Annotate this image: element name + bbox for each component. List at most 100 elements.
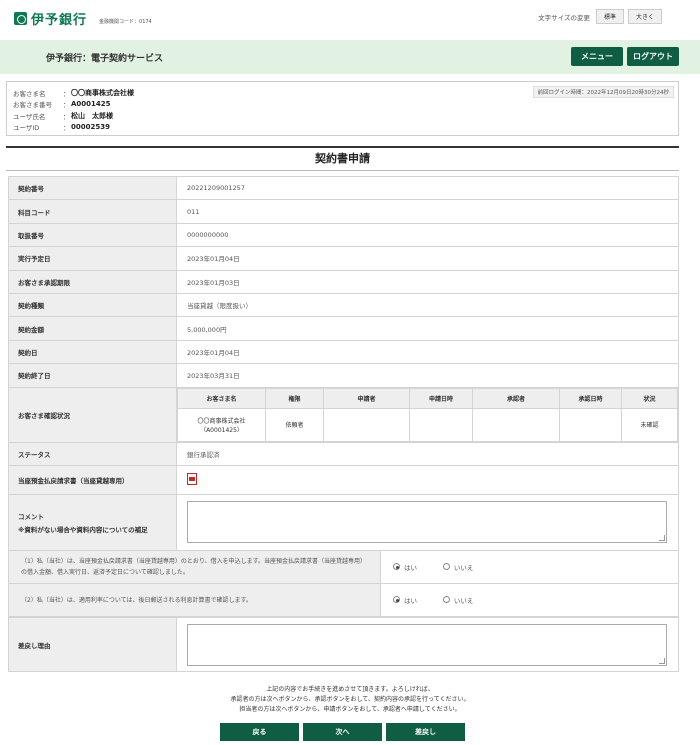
- column-header: 承認日時: [559, 387, 622, 409]
- logout-button[interactable]: ログアウト: [627, 47, 679, 66]
- separator: ：: [63, 112, 70, 121]
- table-row: 実行予定日 2023年01月04日: [8, 246, 679, 271]
- user-id-value: 00002539: [71, 123, 110, 132]
- table-row: 契約終了日 2023年03月31日: [8, 363, 679, 388]
- status-applicant: [323, 407, 410, 442]
- table-row: 当座預金払戻請求書（当座貸越専用）: [8, 464, 679, 495]
- font-size-standard-button[interactable]: 標準: [595, 9, 624, 24]
- menu-button[interactable]: メニュー: [571, 47, 623, 66]
- contract-amount-value: 5,000,000円: [176, 316, 679, 341]
- table-row: お客さま承認期限 2023年01月03日: [8, 269, 679, 294]
- last-login-time: 前回ログイン時間：2022年12月09日20時30分24秒: [532, 86, 674, 98]
- contract-end-date-label: 契約終了日: [8, 363, 177, 388]
- confirmation-options: はい いいえ: [380, 583, 679, 617]
- contract-type-label: 契約種類: [8, 292, 177, 318]
- contract-type-value: 当座貸越（限度扱い）: [176, 292, 679, 318]
- status-value: 銀行承認済: [176, 441, 679, 466]
- customer-name-label: お客さま名: [13, 89, 46, 98]
- table-row: 取扱番号 0000000000: [8, 222, 679, 248]
- instruction-notes: 上記の内容でお手続きを進めさせて頂きます。よろしければ、 承認者の方は次へボタン…: [0, 685, 700, 715]
- confirmation-status-cell: お客さま名 権限 申請者 申請日時 承認者 承認日時 状況 〇〇商事株式会社 （…: [176, 386, 679, 443]
- column-header: 状況: [621, 387, 678, 409]
- table-row: コメント ※資料がない場合や資料内容についての補足: [8, 493, 679, 551]
- user-id-label: ユーザID: [13, 124, 40, 133]
- column-header: 申請日時: [409, 387, 473, 409]
- contract-amount-label: 契約金額: [8, 316, 177, 341]
- table-row: 〇〇商事株式会社 （A0001425） 依頼者 未確認: [177, 407, 678, 442]
- institution-code: 金融機関コード：0174: [99, 19, 152, 25]
- status-authority: 依頼者: [265, 407, 324, 442]
- table-row: ステータス 銀行承認済: [8, 441, 679, 466]
- table-row: 契約種類 当座貸越（限度扱い）: [8, 292, 679, 318]
- font-size-large-button[interactable]: 大きく: [627, 9, 662, 24]
- customer-row: ユーザ氏名 ： 松山 太郎様: [13, 110, 672, 122]
- table-row: 契約金額 5,000,000円: [8, 316, 679, 341]
- subject-code-value: 011: [176, 199, 679, 224]
- execution-date-label: 実行予定日: [8, 246, 177, 271]
- bank-logo-text: 伊予銀行: [31, 13, 88, 28]
- column-header: 権限: [265, 387, 324, 409]
- comment-label-cell: コメント ※資料がない場合や資料内容についての補足: [8, 493, 177, 551]
- transaction-no-label: 取扱番号: [8, 222, 177, 248]
- confirmation-2-no-radio[interactable]: いいえ: [442, 595, 474, 605]
- status-customer-name: 〇〇商事株式会社: [197, 417, 246, 425]
- status-state: 未確認: [621, 407, 678, 442]
- table-row: 差戻し理由: [8, 617, 679, 672]
- execution-date-value: 2023年01月04日: [176, 246, 679, 271]
- customer-row: ユーザID ： 00002539: [13, 122, 672, 134]
- radio-label: はい: [404, 563, 417, 572]
- pdf-icon[interactable]: [187, 472, 197, 485]
- confirmation-question: （1）私（当社）は、当座預金払戻請求書（当座貸越専用）のとおり、借入を申込します…: [8, 550, 381, 584]
- approval-deadline-value: 2023年01月03日: [176, 269, 679, 294]
- separator: ：: [63, 101, 70, 110]
- service-title: 伊予銀行：電子契約サービス: [46, 54, 164, 64]
- next-button[interactable]: 次へ: [303, 723, 382, 741]
- user-name-label: ユーザ氏名: [13, 112, 46, 121]
- comment-textarea[interactable]: [187, 501, 667, 544]
- confirmation-1-yes-radio[interactable]: はい: [393, 562, 417, 572]
- page-title: 契約書申請: [6, 146, 679, 171]
- note-line: 担当者の方は次へボタンから、申請ボタンをおして、承認者へ申請してください。: [239, 706, 461, 713]
- radio-label: いいえ: [453, 596, 474, 605]
- return-reason-cell: [176, 617, 679, 672]
- top-header: 伊予銀行 金融機関コード：0174 文字サイズの変更 標準 大きく: [0, 0, 700, 40]
- confirmation-status-table: お客さま名 権限 申請者 申請日時 承認者 承認日時 状況 〇〇商事株式会社 （…: [177, 387, 678, 442]
- back-button[interactable]: 戻る: [220, 723, 299, 741]
- radio-label: いいえ: [453, 563, 474, 572]
- font-size-label: 文字サイズの変更: [538, 13, 590, 22]
- table-row: お客さま確認状況 お客さま名 権限 申請者 申請日時 承認者 承認日時 状況 〇…: [8, 386, 679, 443]
- status-applied-at: [409, 407, 473, 442]
- customer-number-value: A0001425: [71, 100, 111, 109]
- return-reason-textarea[interactable]: [187, 623, 667, 666]
- return-button[interactable]: 差戻し: [386, 723, 465, 741]
- customer-number-label: お客さま番号: [13, 101, 52, 110]
- table-header-row: お客さま名 権限 申請者 申請日時 承認者 承認日時 状況: [177, 387, 678, 409]
- service-bar: 伊予銀行：電子契約サービス メニュー ログアウト: [0, 40, 700, 74]
- confirmation-question: （2）私（当社）は、適用利率については、後日郵送される利息計算書で確認します。: [8, 583, 381, 617]
- customer-row: お客さま番号 ： A0001425: [13, 99, 672, 111]
- confirmation-2-yes-radio[interactable]: はい: [393, 595, 417, 605]
- table-row: 契約日 2023年01月04日: [8, 339, 679, 365]
- comment-cell: [176, 493, 679, 551]
- status-customer-number: （A0001425）: [200, 426, 243, 434]
- note-line: 承認者の方は次へボタンから、承認ボタンをおして、契約内容の承認を行ってください。: [230, 696, 470, 703]
- subject-code-label: 科目コード: [8, 199, 177, 224]
- note-line: 上記の内容でお手続きを進めさせて頂きます。よろしければ、: [266, 686, 434, 693]
- radio-selected-icon: [393, 563, 400, 571]
- radio-selected-icon: [393, 596, 400, 604]
- confirmation-row: （2）私（当社）は、適用利率については、後日郵送される利息計算書で確認します。 …: [8, 583, 679, 617]
- approval-deadline-label: お客さま承認期限: [8, 269, 177, 294]
- separator: ：: [63, 89, 70, 98]
- column-header: 承認者: [472, 387, 560, 409]
- customer-name-value: 〇〇商事株式会社様: [71, 88, 134, 97]
- comment-label: コメント: [18, 512, 44, 521]
- return-reason-label: 差戻し理由: [8, 617, 177, 672]
- radio-label: はい: [404, 596, 417, 605]
- user-name-value: 松山 太郎様: [71, 111, 113, 120]
- table-row: 契約番号 20221209001257: [8, 175, 679, 201]
- radio-unselected-icon: [442, 596, 450, 604]
- confirmation-table: （1）私（当社）は、当座預金払戻請求書（当座貸越専用）のとおり、借入を申込します…: [8, 550, 679, 617]
- status-customer-name-cell: 〇〇商事株式会社 （A0001425）: [177, 407, 266, 442]
- transaction-no-value: 0000000000: [176, 222, 679, 248]
- confirmation-1-no-radio[interactable]: いいえ: [442, 562, 474, 572]
